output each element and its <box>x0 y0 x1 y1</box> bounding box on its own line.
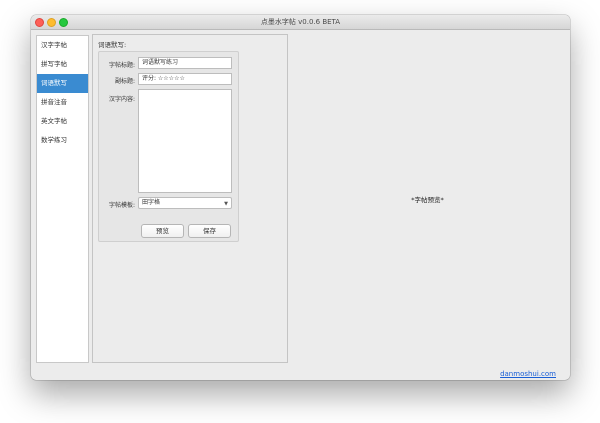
sidebar-item-hanzi[interactable]: 汉字字帖 <box>37 36 88 55</box>
content-textarea[interactable] <box>138 89 232 193</box>
sidebar-item-pinyin[interactable]: 拼音注音 <box>37 93 88 112</box>
website-link[interactable]: danmoshui.com <box>500 370 556 378</box>
sidebar-item-spelling[interactable]: 拼写字帖 <box>37 55 88 74</box>
subtitle-label: 副标题: <box>114 78 135 85</box>
template-select[interactable]: 田字格 ▼ <box>138 197 232 209</box>
title-label: 字帖标题: <box>108 62 135 69</box>
preview-placeholder: *字帖预览* <box>411 196 444 204</box>
sidebar: 汉字字帖 拼写字帖 词语默写 拼音注音 英文字帖 数学练习 <box>36 35 89 363</box>
subtitle-input[interactable]: 评分: ☆☆☆☆☆ <box>138 73 232 85</box>
title-bar: 点墨水字帖 v0.0.6 BETA <box>31 15 570 30</box>
form-group: 字帖标题: 词语默写练习 副标题: 评分: ☆☆☆☆☆ 汉字内容: 字帖模板: … <box>98 51 239 242</box>
preview-area: *字帖预览* <box>290 32 565 362</box>
chevron-down-icon: ▼ <box>224 201 228 207</box>
sidebar-item-english[interactable]: 英文字帖 <box>37 112 88 131</box>
preview-button[interactable]: 预览 <box>141 224 184 238</box>
window-title: 点墨水字帖 v0.0.6 BETA <box>260 18 341 26</box>
sidebar-item-dictation[interactable]: 词语默写 <box>37 74 88 93</box>
panel-heading: 词语默写: <box>98 41 127 49</box>
settings-panel: 词语默写: 字帖标题: 词语默写练习 副标题: 评分: ☆☆☆☆☆ 汉字内容: … <box>92 34 288 363</box>
template-label: 字帖模板: <box>108 202 135 209</box>
sidebar-item-math[interactable]: 数学练习 <box>37 131 88 150</box>
app-window: 点墨水字帖 v0.0.6 BETA 汉字字帖 拼写字帖 词语默写 拼音注音 英文… <box>31 15 570 380</box>
save-button[interactable]: 保存 <box>188 224 231 238</box>
title-input[interactable]: 词语默写练习 <box>138 57 232 69</box>
template-select-value: 田字格 <box>142 199 161 206</box>
content-label: 汉字内容: <box>108 96 135 103</box>
